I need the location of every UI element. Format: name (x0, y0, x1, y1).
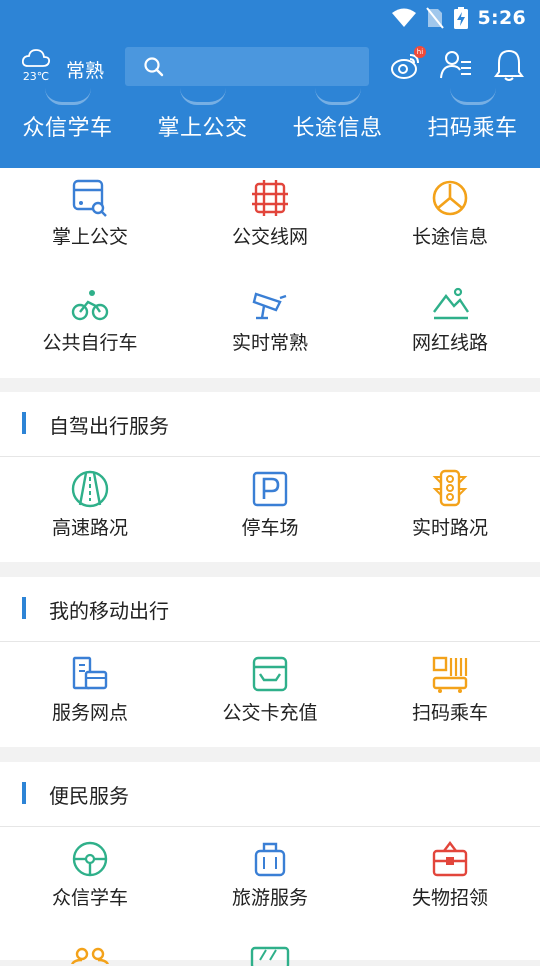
public-transit-item[interactable]: 长途信息 (360, 166, 540, 272)
section-title: 便民服务 (49, 784, 129, 808)
quick-nav-item[interactable]: 掌上公交 (135, 110, 270, 142)
quick-nav: 众信学车 掌上公交 长途信息 扫码乘车 (0, 110, 540, 142)
service-point-icon (72, 656, 108, 690)
luggage-icon (254, 842, 286, 877)
public-transit-item[interactable]: 实时常熟 (180, 272, 360, 378)
item-label: 实时常熟 (231, 332, 308, 354)
self-drive-item[interactable]: 停车场 (180, 457, 360, 563)
clock: 5:26 (477, 7, 526, 29)
mobile-travel-item[interactable]: 扫码乘车 (360, 642, 540, 748)
user-menu-button[interactable] (439, 48, 473, 86)
item-label: 停车场 (241, 517, 299, 539)
weibo-button[interactable]: hi (388, 46, 426, 86)
section-title: 自驾出行服务 (49, 414, 169, 438)
steering-wheel-icon (72, 841, 108, 877)
section-header: 便民服务 (0, 762, 540, 827)
quick-nav-item[interactable]: 众信学车 (0, 110, 135, 142)
user-list-icon (440, 51, 471, 79)
public-transit-item[interactable]: 公共自行车 (0, 272, 180, 378)
item-label: 公交线网 (231, 226, 308, 248)
public-transit-item[interactable]: 公交线网 (180, 166, 360, 272)
item-label: 长途信息 (411, 226, 488, 248)
temperature: 23℃ (22, 70, 50, 83)
people-icon (71, 947, 109, 964)
convenience-item[interactable]: 旅游服务 (180, 827, 360, 933)
item-label: 扫码乘车 (411, 702, 488, 724)
notification-badge: hi (414, 46, 426, 58)
highway-icon (71, 470, 109, 508)
bus-network-icon (252, 180, 288, 216)
item-label: 公共自行车 (42, 332, 138, 354)
section-header: 自驾出行服务 (0, 392, 540, 457)
convenience-section: 便民服务 众信学车 旅游服务 失物招领 (0, 762, 540, 966)
mobile-travel-item[interactable]: 公交卡充值 (180, 642, 360, 748)
item-label: 掌上公交 (51, 226, 128, 248)
weather-widget[interactable]: 23℃ (18, 48, 54, 83)
item-label: 失物招领 (411, 887, 488, 909)
parking-icon (252, 471, 288, 507)
search-icon (144, 57, 164, 77)
section-header: 我的移动出行 (0, 577, 540, 642)
wifi-icon (391, 8, 416, 27)
public-transit-item[interactable]: 网红线路 (360, 272, 540, 378)
traffic-light-icon (432, 469, 468, 507)
long-distance-icon (432, 180, 468, 216)
quick-nav-item[interactable]: 扫码乘车 (405, 110, 540, 142)
qr-ride-icon (432, 656, 468, 693)
city-selector[interactable]: 常熟 (66, 56, 104, 83)
card-topup-icon (252, 656, 288, 692)
item-label: 众信学车 (51, 887, 128, 909)
self-drive-item[interactable]: 实时路况 (360, 457, 540, 563)
item-label: 网红线路 (411, 332, 488, 354)
convenience-item[interactable]: 众信学车 (0, 827, 180, 933)
notifications-button[interactable] (494, 48, 524, 86)
quick-nav-item[interactable]: 长途信息 (270, 110, 405, 142)
camera-icon (252, 292, 287, 320)
battery-charging-icon (453, 7, 468, 29)
top-header: 5:26 23℃ 常熟 hi 众信学车 掌上公交 长途信息 扫码乘车 (0, 0, 540, 168)
item-label: 公交卡充值 (222, 702, 318, 724)
convenience-item[interactable]: 失物招领 (360, 827, 540, 933)
section-title: 我的移动出行 (49, 599, 169, 623)
quick-nav-icon-remnants (0, 88, 540, 108)
item-label: 高速路况 (51, 517, 128, 539)
item-label: 旅游服务 (231, 887, 308, 909)
bicycle-icon (71, 290, 109, 321)
item-label: 实时路况 (411, 517, 488, 539)
bell-icon (494, 49, 524, 81)
search-input[interactable] (125, 47, 369, 86)
lost-found-icon (432, 841, 468, 877)
public-transit-section: 掌上公交 公交线网 长途信息 公共自行车 实时常熟 网红线路 (0, 168, 540, 378)
mobile-travel-section: 我的移动出行 服务网点 公交卡充值 扫码乘车 (0, 577, 540, 747)
section-accent-bar (22, 782, 26, 804)
no-sim-icon (425, 7, 444, 29)
status-bar: 5:26 (391, 6, 526, 30)
cloud-icon (21, 49, 51, 67)
section-accent-bar (22, 412, 26, 434)
mobile-travel-item[interactable]: 服务网点 (0, 642, 180, 748)
bus-search-icon (72, 179, 107, 217)
self-drive-item[interactable]: 高速路况 (0, 457, 180, 563)
ticket-icon (250, 946, 290, 966)
public-transit-item[interactable]: 掌上公交 (0, 166, 180, 272)
mountain-icon (433, 287, 469, 320)
self-drive-section: 自驾出行服务 高速路况 停车场 实时路况 (0, 392, 540, 562)
item-label: 服务网点 (51, 702, 128, 724)
section-accent-bar (22, 597, 26, 619)
